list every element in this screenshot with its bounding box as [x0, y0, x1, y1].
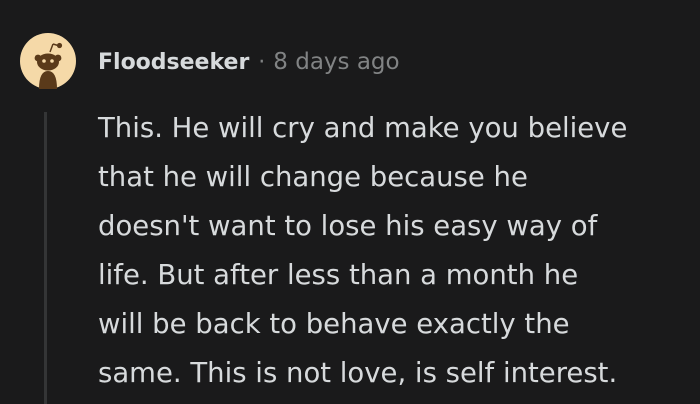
meta-separator: ·: [258, 49, 266, 75]
thread-collapse-line[interactable]: [44, 112, 47, 404]
comment: Floodseeker · 8 days ago This. He will c…: [0, 0, 700, 404]
comment-body: This. He will cry and make you believe t…: [98, 104, 688, 398]
comment-body-line: This. He will cry and make you believe: [98, 112, 628, 144]
comment-body-line: same. This is not love, is self interest…: [98, 357, 618, 389]
author-name[interactable]: Floodseeker: [98, 50, 249, 75]
comment-body-line: will be back to behave exactly the: [98, 308, 570, 340]
snoo-avatar-icon[interactable]: [20, 33, 76, 89]
comment-header: Floodseeker · 8 days ago: [98, 44, 400, 80]
comment-body-line: that he will change because he: [98, 161, 528, 193]
comment-body-line: life. But after less than a month he: [98, 259, 579, 291]
comment-body-line: doesn't want to lose his easy way of: [98, 210, 598, 242]
comment-timestamp[interactable]: 8 days ago: [273, 49, 399, 75]
